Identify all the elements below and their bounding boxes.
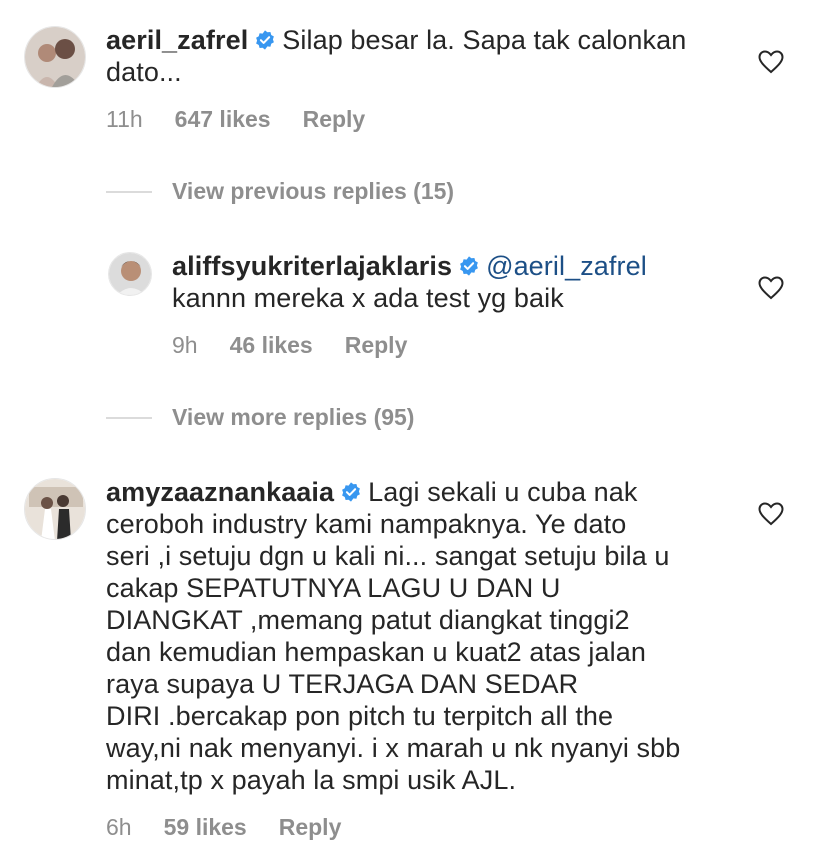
comment-line: DIANGKAT ,memang patut diangkat tinggi2 — [106, 605, 630, 635]
avatar-photo-icon — [25, 479, 85, 539]
view-more-replies-label: View more replies (95) — [172, 404, 415, 430]
avatar-photo-icon — [25, 27, 85, 87]
comment-line: ceroboh industry kami nampaknya. Ye dato — [106, 509, 627, 539]
mention-link[interactable]: @aeril_zafrel — [486, 251, 647, 281]
likes-count[interactable]: 46 likes — [230, 332, 313, 359]
comment-line: Silap besar la. Sapa tak calonkan — [282, 25, 687, 55]
comment-line: Lagi sekali u cuba nak — [368, 477, 638, 507]
timestamp: 6h — [106, 814, 132, 840]
like-heart-icon[interactable] — [758, 50, 784, 74]
reply-button[interactable]: Reply — [345, 332, 408, 359]
comment-text: amyzaaznankaaia Lagi sekali u cuba nak ce… — [106, 476, 756, 796]
divider-line — [106, 190, 152, 193]
comment-line: cakap SEPATUTNYA LAGU U DAN U — [106, 573, 561, 603]
comment-line: kannn mereka x ada test yg baik — [172, 283, 564, 313]
username-link[interactable]: aeril_zafrel — [106, 25, 248, 55]
reply-button[interactable]: Reply — [279, 814, 342, 841]
reply-button[interactable]: Reply — [303, 106, 366, 133]
comment-line: seri ,i setuju dgn u kali ni... sangat s… — [106, 541, 670, 571]
comment-line: way,ni nak menyanyi. i x marah u nk nyan… — [106, 733, 681, 763]
verified-badge-icon — [256, 30, 275, 50]
likes-count[interactable]: 59 likes — [164, 814, 247, 841]
comment-line: dan kemudian hempaskan u kuat2 atas jala… — [106, 637, 646, 667]
divider-line — [106, 416, 152, 419]
avatar-photo-icon — [109, 253, 151, 295]
verified-badge-icon — [342, 482, 361, 502]
timestamp: 11h — [106, 106, 143, 132]
view-previous-replies-button[interactable]: View previous replies (15) — [106, 178, 454, 205]
reply-text: aliffsyukriterlajaklaris @aeril_zafrel ka… — [172, 250, 772, 314]
timestamp: 9h — [172, 332, 198, 358]
comment-text: aeril_zafrel Silap besar la. Sapa tak cal… — [106, 24, 746, 88]
verified-badge-icon — [460, 256, 478, 276]
view-more-replies-button[interactable]: View more replies (95) — [106, 404, 414, 431]
username-link[interactable]: aliffsyukriterlajaklaris — [172, 251, 452, 281]
username-link[interactable]: amyzaaznankaaia — [106, 477, 334, 507]
avatar-aeril-zafrel[interactable] — [24, 26, 86, 88]
avatar-amyzaaznankaaia[interactable] — [24, 478, 86, 540]
like-heart-icon[interactable] — [758, 276, 784, 300]
reply-meta: 9h 46 likes Reply — [172, 332, 407, 359]
comment-meta: 11h 647 likes Reply — [106, 106, 365, 133]
comment-line: dato... — [106, 57, 182, 87]
view-previous-replies-label: View previous replies (15) — [172, 178, 455, 204]
comment-line: raya supaya U TERJAGA DAN SEDAR — [106, 669, 579, 699]
comment-line: minat,tp x payah la smpi usik AJL. — [106, 765, 517, 795]
avatar-aliffsyukri[interactable] — [108, 252, 152, 296]
like-heart-icon[interactable] — [758, 502, 784, 526]
comment-line: DIRI .bercakap pon pitch tu terpitch all… — [106, 701, 614, 731]
comment-meta: 6h 59 likes Reply — [106, 814, 341, 841]
likes-count[interactable]: 647 likes — [175, 106, 271, 133]
